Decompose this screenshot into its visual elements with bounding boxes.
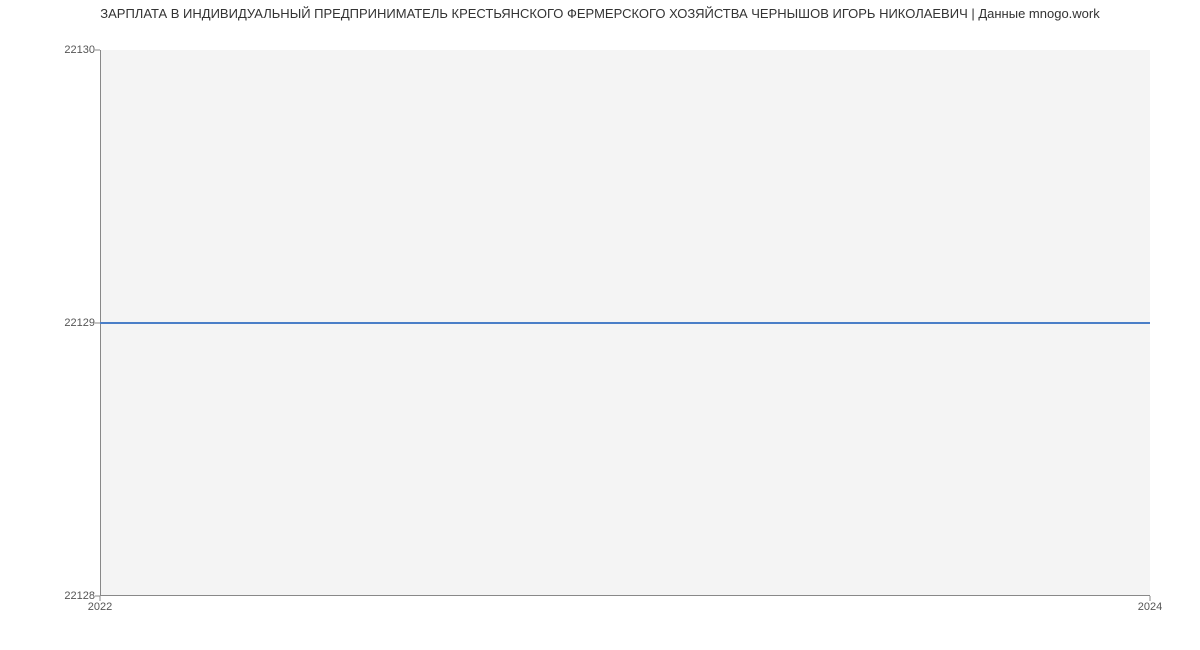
y-tick-label: 22130	[64, 44, 95, 56]
salary-chart: ЗАРПЛАТА В ИНДИВИДУАЛЬНЫЙ ПРЕДПРИНИМАТЕЛ…	[0, 0, 1200, 650]
x-tick-label: 2022	[88, 601, 112, 613]
y-tick-label: 22129	[64, 317, 95, 329]
y-tick-mark	[95, 50, 100, 51]
x-tick-label: 2024	[1138, 601, 1162, 613]
salary-series-line	[100, 322, 1150, 324]
chart-title: ЗАРПЛАТА В ИНДИВИДУАЛЬНЫЙ ПРЕДПРИНИМАТЕЛ…	[0, 6, 1200, 21]
